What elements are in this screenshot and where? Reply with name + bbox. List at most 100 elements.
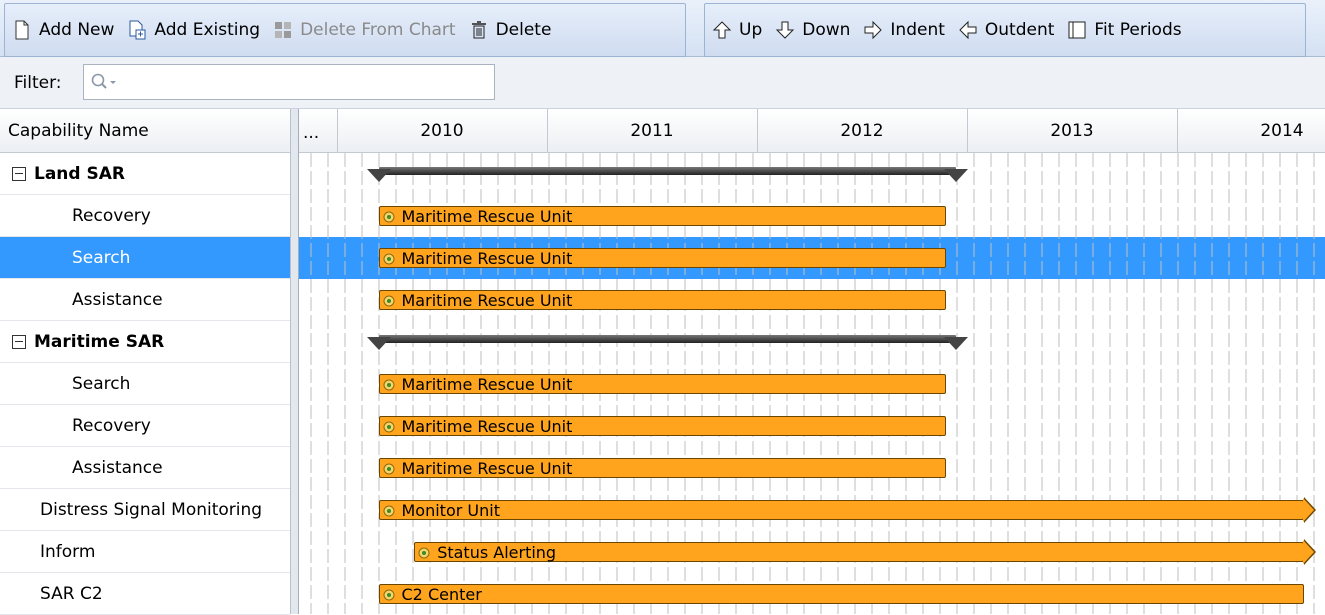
resource-icon: [383, 253, 394, 265]
summary-end-marker: [366, 169, 391, 182]
resource-icon: [383, 379, 394, 391]
resource-icon: [383, 211, 394, 223]
resource-icon: [383, 421, 394, 433]
capability-name: Land SAR: [34, 163, 125, 184]
continues-arrow-fill: [1303, 498, 1314, 522]
table-row[interactable]: Maritime SAR: [0, 321, 290, 363]
delete-button[interactable]: Delete: [462, 10, 558, 50]
filter-label: Filter:: [14, 73, 62, 93]
outdent-button[interactable]: Outdent: [951, 10, 1061, 50]
add-new-label: Add New: [39, 20, 115, 40]
year-separator: [337, 109, 338, 153]
gantt-bar[interactable]: Maritime Rescue Unit: [378, 248, 946, 268]
year-label: 2011: [630, 121, 674, 141]
arrow-right-icon: [862, 19, 884, 41]
resource-icon: [383, 463, 394, 475]
delete-from-chart-button[interactable]: Delete From Chart: [266, 10, 462, 50]
new-document-icon: [11, 19, 33, 41]
add-new-button[interactable]: Add New: [5, 10, 120, 50]
up-button[interactable]: Up: [705, 10, 768, 50]
gantt-bar-label: Monitor Unit: [401, 500, 500, 520]
add-existing-label: Add Existing: [154, 20, 261, 40]
delete-from-chart-label: Delete From Chart: [300, 20, 456, 40]
indent-button[interactable]: Indent: [856, 10, 950, 50]
gantt-bar-label: Maritime Rescue Unit: [401, 458, 573, 478]
gantt-bar[interactable]: Maritime Rescue Unit: [378, 206, 946, 226]
resource-icon: [383, 589, 394, 601]
capability-name: Search: [72, 247, 131, 268]
gantt-timeline: ... 2010 2011 2012 2013 2014 Maritime Rescue…: [299, 109, 1325, 614]
gantt-bar[interactable]: Maritime Rescue Unit: [378, 416, 946, 436]
capability-name: Search: [72, 373, 131, 394]
year-label: 2013: [1050, 121, 1094, 141]
gantt-bar[interactable]: Maritime Rescue Unit: [378, 290, 946, 310]
table-row[interactable]: Assistance: [0, 279, 290, 321]
resource-icon: [418, 547, 430, 559]
summary-bar[interactable]: [378, 335, 956, 343]
search-icon: [90, 72, 120, 92]
resource-icon: [383, 295, 394, 307]
arrow-left-icon: [957, 19, 979, 41]
summary-end-marker: [366, 337, 391, 350]
table-row[interactable]: Recovery: [0, 195, 290, 237]
trash-icon: [468, 19, 490, 41]
gantt-bar-label: Status Alerting: [437, 542, 557, 562]
year-separator: [967, 109, 968, 153]
year-label: 2014: [1260, 121, 1304, 141]
collapse-toggle-icon[interactable]: [12, 334, 26, 349]
timeline-header: ... 2010 2011 2012 2013 2014: [299, 109, 1325, 153]
table-row[interactable]: Search: [0, 363, 290, 405]
year-label: 2012: [840, 121, 884, 141]
year-separator: [547, 109, 548, 153]
gantt-bar-label: Maritime Rescue Unit: [401, 290, 573, 310]
toolbar: Add New Add Existing Delete From Chart D…: [0, 0, 1325, 57]
filter-input[interactable]: [83, 64, 495, 100]
gantt-bar-label: Maritime Rescue Unit: [401, 416, 573, 436]
gantt-bar[interactable]: Maritime Rescue Unit: [378, 374, 946, 394]
table-row[interactable]: Recovery: [0, 405, 290, 447]
capability-name: Inform: [40, 541, 96, 562]
gantt-bar[interactable]: Status Alerting: [414, 542, 1304, 562]
add-existing-button[interactable]: Add Existing: [120, 10, 266, 50]
arrow-up-icon: [711, 19, 733, 41]
splitter[interactable]: [291, 109, 299, 614]
table-row[interactable]: Assistance: [0, 447, 290, 489]
gantt-bar-label: Maritime Rescue Unit: [401, 206, 573, 226]
summary-end-marker: [944, 337, 968, 350]
table-row[interactable]: Search: [0, 237, 290, 279]
capability-name: Distress Signal Monitoring: [40, 499, 263, 520]
year-separator: [1177, 109, 1178, 153]
gantt-bar[interactable]: Monitor Unit: [378, 500, 1304, 520]
table-row[interactable]: Inform: [0, 531, 290, 573]
gantt-bar-label: C2 Center: [401, 584, 482, 604]
indent-label: Indent: [890, 20, 945, 40]
gantt-bar[interactable]: Maritime Rescue Unit: [378, 458, 946, 478]
capability-name: Recovery: [72, 205, 151, 226]
capability-table: Capability Name Land SAR Recovery Search As…: [0, 109, 291, 615]
down-label: Down: [802, 20, 851, 40]
capability-name: Assistance: [72, 289, 163, 310]
down-button[interactable]: Down: [768, 10, 856, 50]
add-existing-icon: [126, 19, 148, 41]
gantt-bar[interactable]: C2 Center: [378, 584, 1304, 604]
summary-bar[interactable]: [378, 167, 956, 175]
capability-name: Assistance: [72, 457, 163, 478]
year-label: 2010: [420, 121, 464, 141]
capability-name: SAR C2: [40, 583, 103, 604]
delete-label: Delete: [495, 20, 552, 40]
table-row[interactable]: Land SAR: [0, 153, 290, 195]
fit-periods-button[interactable]: Fit Periods: [1060, 10, 1187, 50]
gantt-bar-label: Maritime Rescue Unit: [401, 248, 573, 268]
summary-end-marker: [944, 169, 968, 182]
delete-from-chart-icon: [272, 19, 294, 41]
table-row[interactable]: SAR C2: [0, 573, 290, 615]
collapse-toggle-icon[interactable]: [12, 166, 26, 181]
fit-periods-label: Fit Periods: [1094, 20, 1182, 40]
table-row[interactable]: Distress Signal Monitoring: [0, 489, 290, 531]
outdent-label: Outdent: [984, 20, 1055, 40]
toolbar-group-order: Up Down Indent Outdent Fit Periods: [704, 3, 1306, 57]
column-header-capability-name[interactable]: Capability Name: [0, 109, 290, 153]
filter-bar: Filter:: [0, 57, 1325, 109]
capability-name: Maritime SAR: [34, 331, 165, 352]
timeline-overflow-marker[interactable]: ...: [303, 123, 319, 143]
